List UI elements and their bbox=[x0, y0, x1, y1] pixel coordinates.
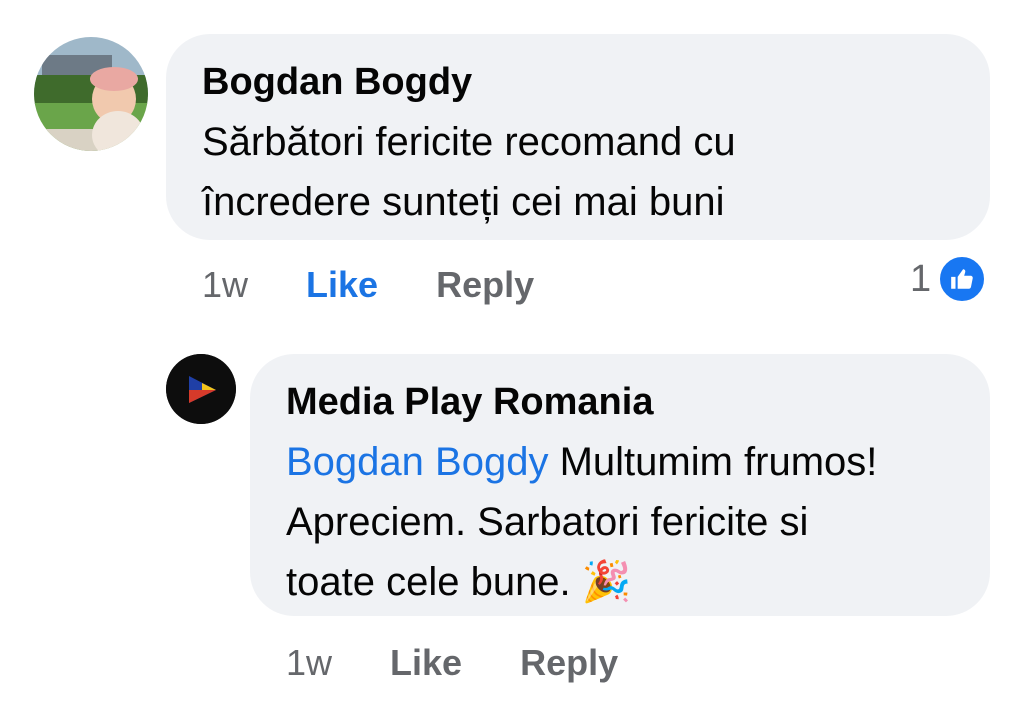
page-avatar[interactable] bbox=[166, 354, 236, 424]
comment-actions: 1w Like Reply bbox=[202, 264, 534, 306]
commenter-avatar-photo bbox=[34, 37, 148, 151]
reply-text: Bogdan Bogdy Multumim frumos! Apreciem. … bbox=[286, 432, 906, 612]
comment-author[interactable]: Bogdan Bogdy bbox=[202, 60, 954, 104]
reply-author[interactable]: Media Play Romania bbox=[286, 380, 954, 424]
commenter-avatar[interactable] bbox=[34, 37, 148, 151]
party-popper-icon: 🎉 bbox=[581, 560, 632, 604]
thumbs-up-icon bbox=[937, 254, 988, 304]
reply-reply-button[interactable]: Reply bbox=[520, 642, 618, 684]
comment-bubble: Bogdan Bogdy Sărbători fericite recomand… bbox=[166, 34, 990, 240]
comment-text: Sărbători fericite recomand cu încredere… bbox=[202, 120, 736, 224]
reply-like-button[interactable]: Like bbox=[390, 642, 462, 684]
comment-reply-button[interactable]: Reply bbox=[436, 264, 534, 306]
reply-bubble: Media Play Romania Bogdan Bogdy Multumim… bbox=[250, 354, 990, 616]
reply-actions: 1w Like Reply bbox=[286, 642, 618, 684]
comment-reactions[interactable]: 1 bbox=[910, 254, 988, 304]
reply-mention-link[interactable]: Bogdan Bogdy bbox=[286, 440, 548, 484]
comment-like-button[interactable]: Like bbox=[306, 264, 378, 306]
reaction-count: 1 bbox=[910, 257, 932, 300]
comment-timestamp[interactable]: 1w bbox=[202, 264, 248, 306]
media-play-logo-icon bbox=[166, 354, 236, 424]
reply-timestamp[interactable]: 1w bbox=[286, 642, 332, 684]
